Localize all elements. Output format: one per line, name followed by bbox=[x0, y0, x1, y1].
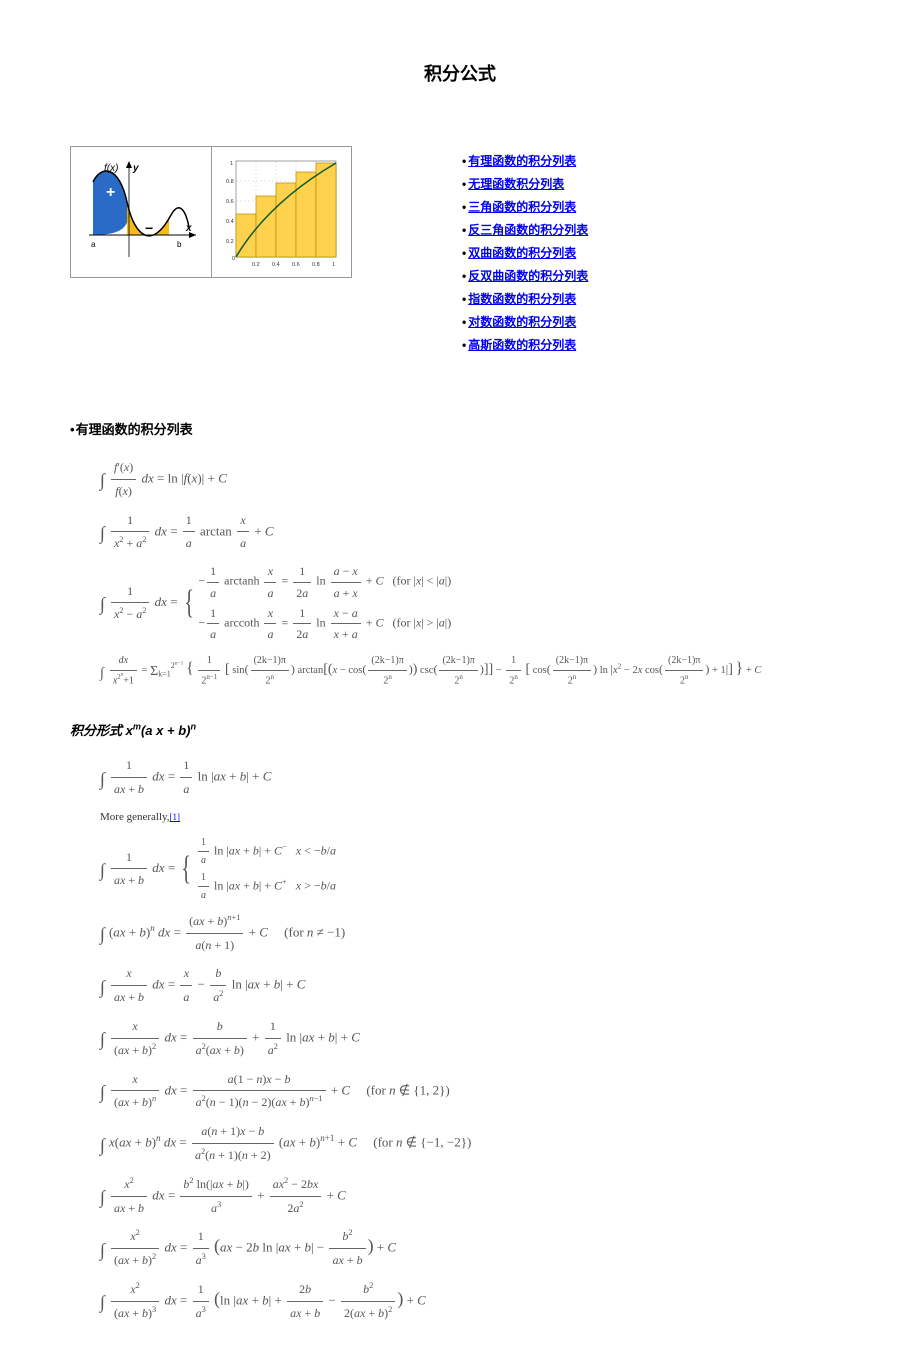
svg-text:0.4: 0.4 bbox=[272, 262, 280, 268]
toc-link-2[interactable]: 三角函数的积分列表 bbox=[468, 200, 576, 214]
svg-text:0.2: 0.2 bbox=[252, 262, 260, 268]
svg-text:0.8: 0.8 bbox=[312, 262, 320, 268]
toc: •有理函数的积分列表 •无理函数积分列表 •三角函数的积分列表 •反三角函数的积… bbox=[462, 146, 588, 359]
svg-text:0.6: 0.6 bbox=[292, 262, 300, 268]
more-generally: More generally, bbox=[100, 811, 170, 823]
svg-text:x: x bbox=[185, 223, 192, 234]
svg-text:0: 0 bbox=[232, 256, 235, 262]
svg-text:+: + bbox=[106, 184, 115, 201]
toc-link-3[interactable]: 反三角函数的积分列表 bbox=[468, 223, 588, 237]
svg-text:0.6: 0.6 bbox=[226, 199, 234, 205]
figure-box: + − f(x) y x a b bbox=[70, 146, 352, 278]
svg-text:f(x): f(x) bbox=[104, 163, 118, 174]
toc-link-5[interactable]: 反双曲函数的积分列表 bbox=[468, 269, 588, 283]
svg-text:1: 1 bbox=[332, 262, 335, 268]
svg-text:y: y bbox=[132, 163, 139, 174]
section-1-title: •有理函数的积分列表 bbox=[70, 419, 850, 438]
section-2-title: 积分形式 xm(a x + b)n bbox=[70, 720, 850, 739]
ref-1[interactable]: [1] bbox=[170, 812, 181, 822]
toc-link-4[interactable]: 双曲函数的积分列表 bbox=[468, 246, 576, 260]
figure-right: 0 0.2 0.4 0.6 0.8 1 0.2 0.4 0.6 0.8 1 bbox=[212, 147, 352, 277]
svg-text:1: 1 bbox=[230, 161, 233, 167]
svg-text:0.8: 0.8 bbox=[226, 179, 234, 185]
toc-link-1[interactable]: 无理函数积分列表 bbox=[468, 177, 564, 191]
formula-block-2: ∫1ax + b dx = 1a ln |ax + b| + C More ge… bbox=[100, 754, 850, 1324]
figure-left: + − f(x) y x a b bbox=[71, 147, 212, 277]
formula-block-1: ∫f′(x)f(x) dx = ln |f(x)| + C ∫1x2 + a2 … bbox=[100, 456, 850, 690]
svg-text:a: a bbox=[91, 240, 96, 249]
svg-text:−: − bbox=[145, 220, 153, 236]
toc-link-0[interactable]: 有理函数的积分列表 bbox=[468, 154, 576, 168]
toc-link-8[interactable]: 高斯函数的积分列表 bbox=[468, 338, 576, 352]
toc-link-7[interactable]: 对数函数的积分列表 bbox=[468, 315, 576, 329]
top-row: + − f(x) y x a b bbox=[70, 146, 850, 359]
svg-text:0.2: 0.2 bbox=[226, 239, 234, 245]
page-title: 积分公式 bbox=[70, 60, 850, 86]
svg-text:0.4: 0.4 bbox=[226, 219, 234, 225]
toc-link-6[interactable]: 指数函数的积分列表 bbox=[468, 292, 576, 306]
svg-text:b: b bbox=[177, 240, 182, 249]
